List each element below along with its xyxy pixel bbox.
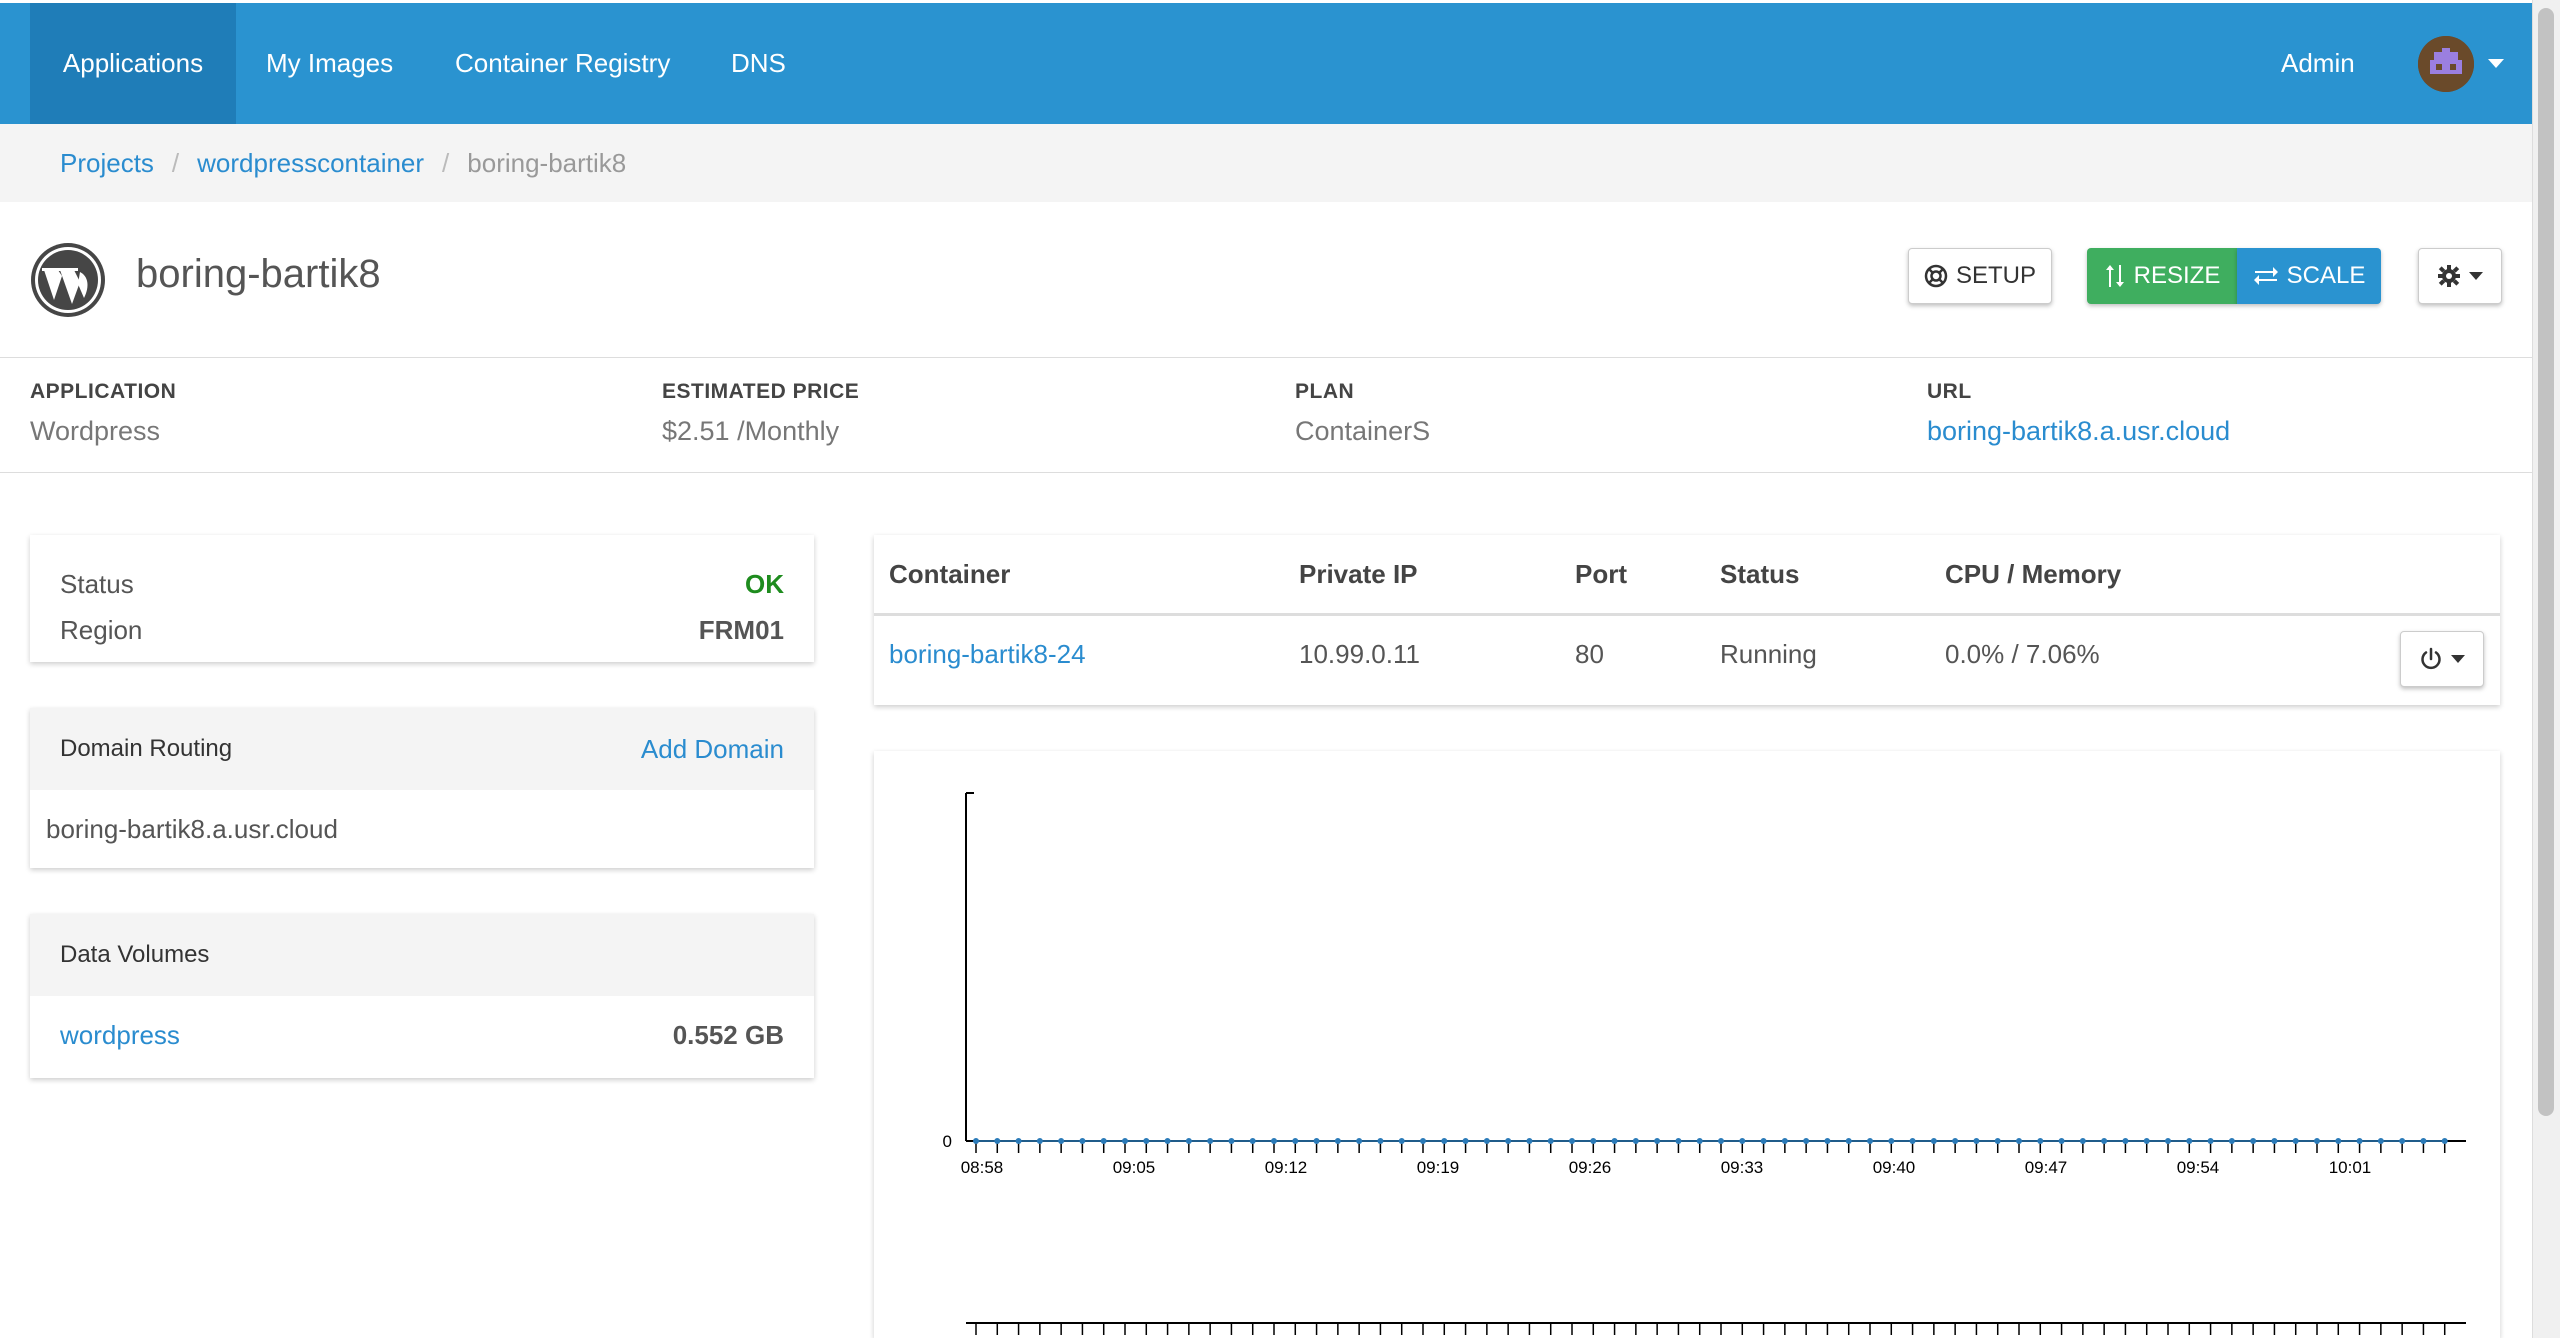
data-volumes-header: Data Volumes — [30, 914, 814, 996]
info-price-value: $2.51 /Monthly — [662, 416, 840, 446]
info-url-label: URL — [1927, 380, 1972, 403]
nav-container-registry[interactable]: Container Registry — [455, 3, 670, 124]
power-icon — [2421, 647, 2441, 670]
domain-routing-title: Domain Routing — [60, 735, 233, 762]
page-title: boring-bartik8 — [136, 252, 381, 296]
app-header: boring-bartik8 SETUP RESIZE SCALE — [0, 202, 2532, 358]
info-plan: PLAN ContainerS — [1295, 380, 1430, 447]
container-link[interactable]: boring-bartik8-24 — [889, 639, 1086, 670]
resize-arrows-icon — [2105, 265, 2124, 287]
domain-routing-header: Domain Routing Add Domain — [30, 708, 814, 790]
container-port: 80 — [1575, 639, 1604, 669]
table-header-divider — [874, 613, 2500, 616]
container-status: Running — [1720, 639, 1817, 669]
metrics-chart: 0 08:58 09:05 09:12 09:19 09:26 09:33 09:40 09:4… — [943, 792, 2466, 1335]
breadcrumb: Projects / wordpresscontainer / boring-b… — [0, 124, 2532, 202]
exchange-icon — [2253, 267, 2278, 285]
info-plan-value: ContainerS — [1295, 416, 1431, 446]
status-row: Status OK — [60, 561, 784, 607]
column-header-cpu-memory: CPU / Memory — [1945, 559, 2122, 589]
scrollbar-thumb[interactable] — [2538, 8, 2554, 1116]
x-tick-label: 09:12 — [1265, 1158, 1308, 1177]
region-value: FRM01 — [698, 614, 784, 645]
data-volumes-panel: Data Volumes wordpress 0.552 GB — [30, 914, 814, 1078]
containers-table: Container Private IP Port Status CPU / M… — [874, 535, 2500, 705]
breadcrumb-current: boring-bartik8 — [467, 147, 627, 178]
container-power-menu-button[interactable] — [2400, 631, 2484, 687]
volume-link[interactable]: wordpress — [60, 1020, 180, 1051]
breadcrumb-wordpresscontainer[interactable]: wordpresscontainer — [197, 148, 424, 179]
chevron-down-icon — [2469, 272, 2483, 280]
region-row: Region FRM01 — [60, 607, 784, 653]
chevron-down-icon — [2451, 655, 2465, 663]
avatar — [2418, 35, 2474, 92]
wordpress-logo-icon — [30, 242, 106, 318]
app-info-row: APPLICATION Wordpress ESTIMATED PRICE $2… — [0, 358, 2532, 473]
x-tick-label: 09:19 — [1417, 1158, 1460, 1177]
x-tick-label: 08:58 — [961, 1158, 1004, 1177]
lifebuoy-icon — [1924, 264, 1948, 288]
column-header-port: Port — [1575, 559, 1627, 589]
info-url-wrap: boring-bartik8.a.usr.cloud — [1927, 416, 2230, 447]
gear-icon — [2438, 265, 2460, 287]
column-header-container: Container — [889, 559, 1011, 589]
info-application: APPLICATION Wordpress — [30, 380, 176, 447]
resize-label: RESIZE — [2133, 262, 2221, 289]
volume-row: wordpress 0.552 GB — [30, 996, 814, 1075]
nav-admin[interactable]: Admin — [2281, 3, 2355, 124]
y-tick-label: 0 — [943, 1132, 952, 1151]
info-plan-label: PLAN — [1295, 380, 1355, 403]
add-domain-link[interactable]: Add Domain — [641, 734, 784, 765]
x-tick-label: 09:54 — [2177, 1158, 2220, 1177]
setup-button[interactable]: SETUP — [1908, 248, 2052, 304]
info-url: URL boring-bartik8.a.usr.cloud — [1927, 380, 2230, 447]
info-price-label: ESTIMATED PRICE — [662, 380, 860, 403]
status-label: Status — [60, 568, 134, 599]
data-volumes-title: Data Volumes — [60, 941, 210, 968]
top-navbar: Applications My Images Container Registr… — [0, 0, 2532, 124]
nav-dns[interactable]: DNS — [731, 3, 786, 124]
scale-label: SCALE — [2286, 262, 2366, 289]
x-tick-label: 09:33 — [1721, 1158, 1764, 1177]
info-application-value: Wordpress — [30, 416, 161, 446]
x-tick-label: 10:01 — [2329, 1158, 2372, 1177]
domain-entry: boring-bartik8.a.usr.cloud — [46, 814, 338, 844]
container-cpu-memory: 0.0% / 7.06% — [1945, 639, 2100, 669]
breadcrumb-separator: / — [171, 147, 180, 178]
region-label: Region — [60, 614, 143, 645]
x-tick-label: 09:05 — [1113, 1158, 1156, 1177]
container-private-ip: 10.99.0.11 — [1299, 639, 1420, 669]
app-url-link[interactable]: boring-bartik8.a.usr.cloud — [1927, 416, 2230, 446]
x-tick-label: 09:47 — [2025, 1158, 2068, 1177]
status-badge: OK — [745, 568, 784, 599]
x-tick-label: 09:40 — [1873, 1158, 1916, 1177]
column-header-status: Status — [1720, 559, 1800, 589]
domain-routing-panel: Domain Routing Add Domain boring-bartik8… — [30, 708, 814, 868]
page-scrollbar[interactable] — [2532, 0, 2560, 1338]
column-header-private-ip: Private IP — [1299, 559, 1418, 589]
info-application-label: APPLICATION — [30, 380, 177, 403]
settings-menu-button[interactable] — [2418, 248, 2502, 304]
x-tick-label: 09:26 — [1569, 1158, 1612, 1177]
chevron-down-icon — [2488, 59, 2504, 68]
status-panel: Status OK Region FRM01 — [30, 535, 814, 662]
metrics-chart-panel: 0 08:58 09:05 09:12 09:19 09:26 09:33 09:40 09:4… — [874, 751, 2500, 1338]
scale-button[interactable]: SCALE — [2237, 248, 2381, 304]
setup-label: SETUP — [1955, 262, 2036, 289]
nav-my-images[interactable]: My Images — [266, 3, 393, 124]
breadcrumb-projects[interactable]: Projects — [60, 148, 154, 179]
nav-applications[interactable]: Applications — [30, 3, 236, 124]
breadcrumb-separator: / — [442, 147, 450, 178]
user-menu[interactable] — [2418, 3, 2504, 124]
resize-button[interactable]: RESIZE — [2087, 248, 2237, 304]
volume-size: 0.552 GB — [672, 1020, 784, 1050]
info-price: ESTIMATED PRICE $2.51 /Monthly — [662, 380, 859, 447]
